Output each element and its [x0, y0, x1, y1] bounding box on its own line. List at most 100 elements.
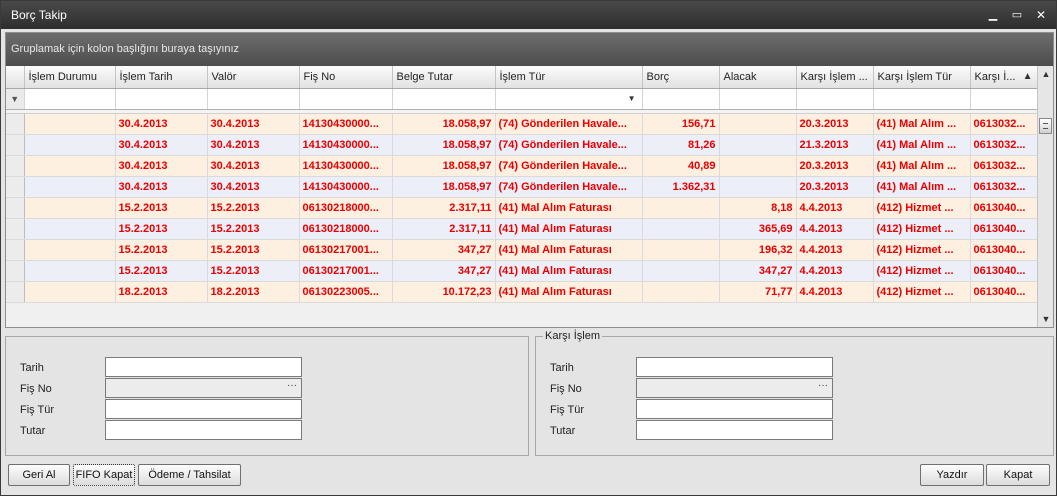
odeme-tahsilat-button[interactable]: Ödeme / Tahsilat [138, 464, 241, 486]
cell-karsi-islem-tur[interactable]: (41) Mal Alım ... [873, 176, 971, 198]
minimize-icon[interactable]: ▁ [985, 7, 1001, 23]
cell-borc[interactable]: 81,26 [642, 134, 720, 156]
cell-islem-tarih[interactable]: 30.4.2013 [115, 113, 208, 135]
table-row[interactable]: 30.4.2013 30.4.2013 14130430000... 18.058,9… [6, 113, 1038, 135]
cell-islem-tur[interactable]: (41) Mal Alım Faturası [495, 218, 643, 240]
cell-valor[interactable]: 15.2.2013 [207, 239, 300, 261]
maximize-icon[interactable]: ▭ [1009, 7, 1025, 23]
cell-karsi-islem-no[interactable]: 0613040... [970, 218, 1038, 240]
cell-islem-durumu[interactable] [24, 113, 116, 135]
cell-belge-tutar[interactable]: 18.058,97 [392, 176, 496, 198]
col-header-karsi-islem-tarih[interactable]: Karşı İşlem ... [796, 66, 874, 89]
chevron-down-icon[interactable]: ▼ [628, 94, 636, 103]
cell-alacak[interactable]: 365,69 [719, 218, 797, 240]
cell-islem-durumu[interactable] [24, 239, 116, 261]
cell-valor[interactable]: 30.4.2013 [207, 113, 300, 135]
row-selector[interactable] [6, 197, 25, 219]
group-by-panel[interactable]: Gruplamak için kolon başlığını buraya ta… [6, 33, 1053, 66]
cell-fis-no[interactable]: 14130430000... [299, 176, 393, 198]
cell-alacak[interactable]: 71,77 [719, 281, 797, 303]
col-header-islem-tarih[interactable]: İşlem Tarih [115, 66, 208, 89]
row-selector[interactable] [6, 134, 25, 156]
col-header-alacak[interactable]: Alacak [719, 66, 797, 89]
kapat-button[interactable]: Kapat [986, 464, 1050, 486]
cell-islem-tarih[interactable]: 30.4.2013 [115, 155, 208, 177]
cell-islem-tur[interactable]: (74) Gönderilen Havale... [495, 176, 643, 198]
cell-karsi-islem-tarih[interactable]: 4.4.2013 [796, 197, 874, 219]
cell-islem-tur[interactable]: (41) Mal Alım Faturası [495, 260, 643, 282]
cell-alacak[interactable]: 347,27 [719, 260, 797, 282]
col-header-fis-no[interactable]: Fiş No [299, 66, 393, 89]
cell-karsi-islem-no[interactable]: 0613032... [970, 155, 1038, 177]
table-row[interactable]: 30.4.2013 30.4.2013 14130430000... 18.058,9… [6, 176, 1038, 198]
cell-karsi-islem-tarih[interactable]: 4.4.2013 [796, 218, 874, 240]
cell-borc[interactable] [642, 218, 720, 240]
cell-karsi-islem-tarih[interactable]: 20.3.2013 [796, 113, 874, 135]
col-header-valor[interactable]: Valör [207, 66, 300, 89]
cell-belge-tutar[interactable]: 2.317,11 [392, 197, 496, 219]
filter-cell-karsi-islem-no[interactable] [970, 88, 1038, 110]
cell-karsi-islem-tarih[interactable]: 4.4.2013 [796, 260, 874, 282]
cell-karsi-islem-tarih[interactable]: 4.4.2013 [796, 239, 874, 261]
cell-islem-tarih[interactable]: 15.2.2013 [115, 197, 208, 219]
cell-alacak[interactable] [719, 176, 797, 198]
cell-karsi-islem-tur[interactable]: (41) Mal Alım ... [873, 155, 971, 177]
cell-valor[interactable]: 15.2.2013 [207, 218, 300, 240]
row-selector[interactable] [6, 155, 25, 177]
cell-belge-tutar[interactable]: 347,27 [392, 260, 496, 282]
col-header-islem-tur[interactable]: İşlem Tür [495, 66, 643, 89]
filter-cell-islem-durumu[interactable] [24, 88, 116, 110]
geri-al-button[interactable]: Geri Al [8, 464, 70, 486]
cell-islem-durumu[interactable] [24, 155, 116, 177]
close-icon[interactable]: ✕ [1033, 7, 1049, 23]
filter-cell-alacak[interactable] [719, 88, 797, 110]
cell-karsi-islem-no[interactable]: 0613040... [970, 260, 1038, 282]
table-row[interactable]: 18.2.2013 18.2.2013 06130223005... 10.172,2… [6, 281, 1038, 303]
table-row[interactable]: 15.2.2013 15.2.2013 06130218000... 2.317,11… [6, 197, 1038, 219]
cell-valor[interactable]: 30.4.2013 [207, 134, 300, 156]
cell-islem-tarih[interactable]: 18.2.2013 [115, 281, 208, 303]
cell-fis-no[interactable]: 06130223005... [299, 281, 393, 303]
table-row[interactable]: 30.4.2013 30.4.2013 14130430000... 18.058,9… [6, 134, 1038, 156]
cell-islem-tur[interactable]: (41) Mal Alım Faturası [495, 239, 643, 261]
cell-karsi-islem-no[interactable]: 0613032... [970, 134, 1038, 156]
row-selector[interactable] [6, 218, 25, 240]
left-tutar-input[interactable] [105, 420, 302, 440]
ellipsis-button[interactable]: ··· [818, 380, 828, 391]
cell-karsi-islem-no[interactable]: 0613040... [970, 197, 1038, 219]
scroll-up-icon[interactable]: ▲ [1038, 66, 1054, 82]
col-header-karsi-islem-tur[interactable]: Karşı İşlem Tür [873, 66, 971, 89]
cell-karsi-islem-no[interactable]: 0613032... [970, 113, 1038, 135]
col-header-belge-tutar[interactable]: Belge Tutar [392, 66, 496, 89]
cell-belge-tutar[interactable]: 10.172,23 [392, 281, 496, 303]
cell-islem-tur[interactable]: (74) Gönderilen Havale... [495, 134, 643, 156]
row-selector[interactable] [6, 113, 25, 135]
filter-cell-islem-tur[interactable]: ▼ [495, 88, 643, 110]
filter-cell-islem-tarih[interactable] [115, 88, 208, 110]
scroll-down-icon[interactable]: ▼ [1038, 311, 1054, 327]
cell-alacak[interactable]: 196,32 [719, 239, 797, 261]
cell-karsi-islem-tarih[interactable]: 20.3.2013 [796, 155, 874, 177]
cell-karsi-islem-tur[interactable]: (412) Hizmet ... [873, 218, 971, 240]
filter-icon[interactable]: ▼ [6, 88, 25, 110]
ellipsis-button[interactable]: ··· [287, 380, 297, 391]
cell-islem-durumu[interactable] [24, 134, 116, 156]
row-selector[interactable] [6, 281, 25, 303]
cell-islem-tur[interactable]: (74) Gönderilen Havale... [495, 155, 643, 177]
right-fis-no-field[interactable]: ··· [636, 378, 833, 398]
cell-alacak[interactable] [719, 113, 797, 135]
right-tutar-input[interactable] [636, 420, 833, 440]
cell-alacak[interactable] [719, 134, 797, 156]
cell-islem-tarih[interactable]: 15.2.2013 [115, 260, 208, 282]
table-row[interactable]: 30.4.2013 30.4.2013 14130430000... 18.058,9… [6, 155, 1038, 177]
cell-islem-tarih[interactable]: 15.2.2013 [115, 218, 208, 240]
fifo-kapat-button[interactable]: FIFO Kapat [73, 464, 135, 486]
filter-cell-belge-tutar[interactable] [392, 88, 496, 110]
cell-karsi-islem-no[interactable]: 0613040... [970, 281, 1038, 303]
cell-fis-no[interactable]: 14130430000... [299, 134, 393, 156]
cell-islem-tur[interactable]: (41) Mal Alım Faturası [495, 281, 643, 303]
yazdir-button[interactable]: Yazdır [920, 464, 984, 486]
cell-islem-durumu[interactable] [24, 260, 116, 282]
cell-belge-tutar[interactable]: 18.058,97 [392, 155, 496, 177]
cell-karsi-islem-tur[interactable]: (41) Mal Alım ... [873, 134, 971, 156]
